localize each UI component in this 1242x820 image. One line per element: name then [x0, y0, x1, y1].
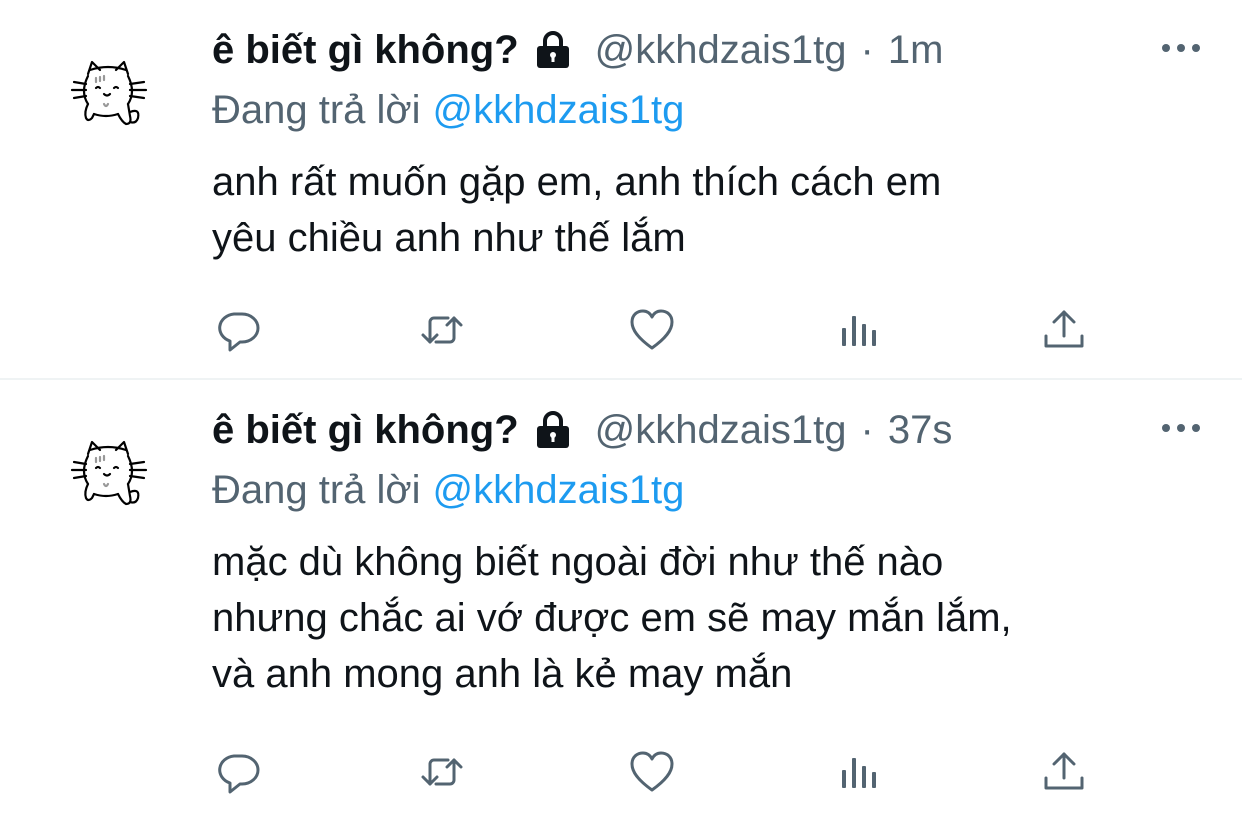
separator: · [860, 408, 874, 452]
like-icon [630, 309, 674, 350]
tweet-header: ê biết gì không? @kkhdzais1tg · 37s [212, 404, 952, 456]
like-button[interactable] [626, 746, 678, 798]
action-bar [212, 746, 1092, 798]
reply-button[interactable] [212, 304, 264, 356]
reply-button[interactable] [212, 746, 264, 798]
retweet-button[interactable] [416, 746, 468, 798]
display-name[interactable]: ê biết gì không? [212, 24, 519, 76]
tweet-text-line: yêu chiều anh như thế lắm [212, 216, 686, 260]
views-button[interactable] [832, 304, 884, 356]
tweet-text-line: và anh mong anh là kẻ may mắn [212, 652, 793, 696]
display-name[interactable]: ê biết gì không? [212, 404, 519, 456]
tweet-text: anh rất muốn gặp em, anh thích cách em y… [212, 154, 1202, 266]
tweet-header: ê biết gì không? @kkhdzais1tg · 1m [212, 24, 943, 76]
cat-avatar[interactable] [66, 52, 152, 138]
more-icon[interactable] [1160, 418, 1202, 438]
replying-mention[interactable]: @kkhdzais1tg [433, 88, 685, 132]
share-button[interactable] [1038, 304, 1090, 356]
replying-to: Đang trả lời @kkhdzais1tg [212, 84, 684, 136]
timestamp[interactable]: 1m [888, 24, 944, 76]
handle[interactable]: @kkhdzais1tg [595, 24, 847, 76]
separator: · [860, 28, 874, 72]
views-button[interactable] [832, 746, 884, 798]
replying-label: Đang trả lời [212, 88, 421, 132]
lock-icon [536, 411, 569, 448]
tweet-text-line: anh rất muốn gặp em, anh thích cách em [212, 160, 942, 204]
replying-label: Đang trả lời [212, 468, 421, 512]
like-icon [630, 751, 674, 792]
replying-mention[interactable]: @kkhdzais1tg [433, 468, 685, 512]
tweet[interactable]: ê biết gì không? @kkhdzais1tg · 1m Đang … [0, 0, 1242, 380]
tweet-text-line: nhưng chắc ai vớ được em sẽ may mắn lắm, [212, 596, 1012, 640]
tweet[interactable]: ê biết gì không? @kkhdzais1tg · 37s Đang… [0, 380, 1242, 820]
tweet-text-line: mặc dù không biết ngoài đời như thế nào [212, 540, 944, 584]
reply-icon [218, 754, 260, 794]
lock-icon [536, 31, 569, 68]
views-icon [842, 758, 876, 788]
action-bar [212, 304, 1092, 356]
retweet-icon [421, 758, 463, 786]
share-icon [1044, 310, 1084, 348]
handle[interactable]: @kkhdzais1tg [595, 404, 847, 456]
replying-to: Đang trả lời @kkhdzais1tg [212, 464, 684, 516]
like-button[interactable] [626, 304, 678, 356]
views-icon [842, 316, 876, 346]
tweet-text: mặc dù không biết ngoài đời như thế nào … [212, 534, 1202, 702]
retweet-button[interactable] [416, 304, 468, 356]
cat-avatar[interactable] [66, 432, 152, 518]
timestamp[interactable]: 37s [888, 404, 953, 456]
reply-icon [218, 312, 260, 352]
more-icon[interactable] [1160, 38, 1202, 58]
retweet-icon [421, 316, 463, 344]
share-icon [1044, 752, 1084, 790]
share-button[interactable] [1038, 746, 1090, 798]
